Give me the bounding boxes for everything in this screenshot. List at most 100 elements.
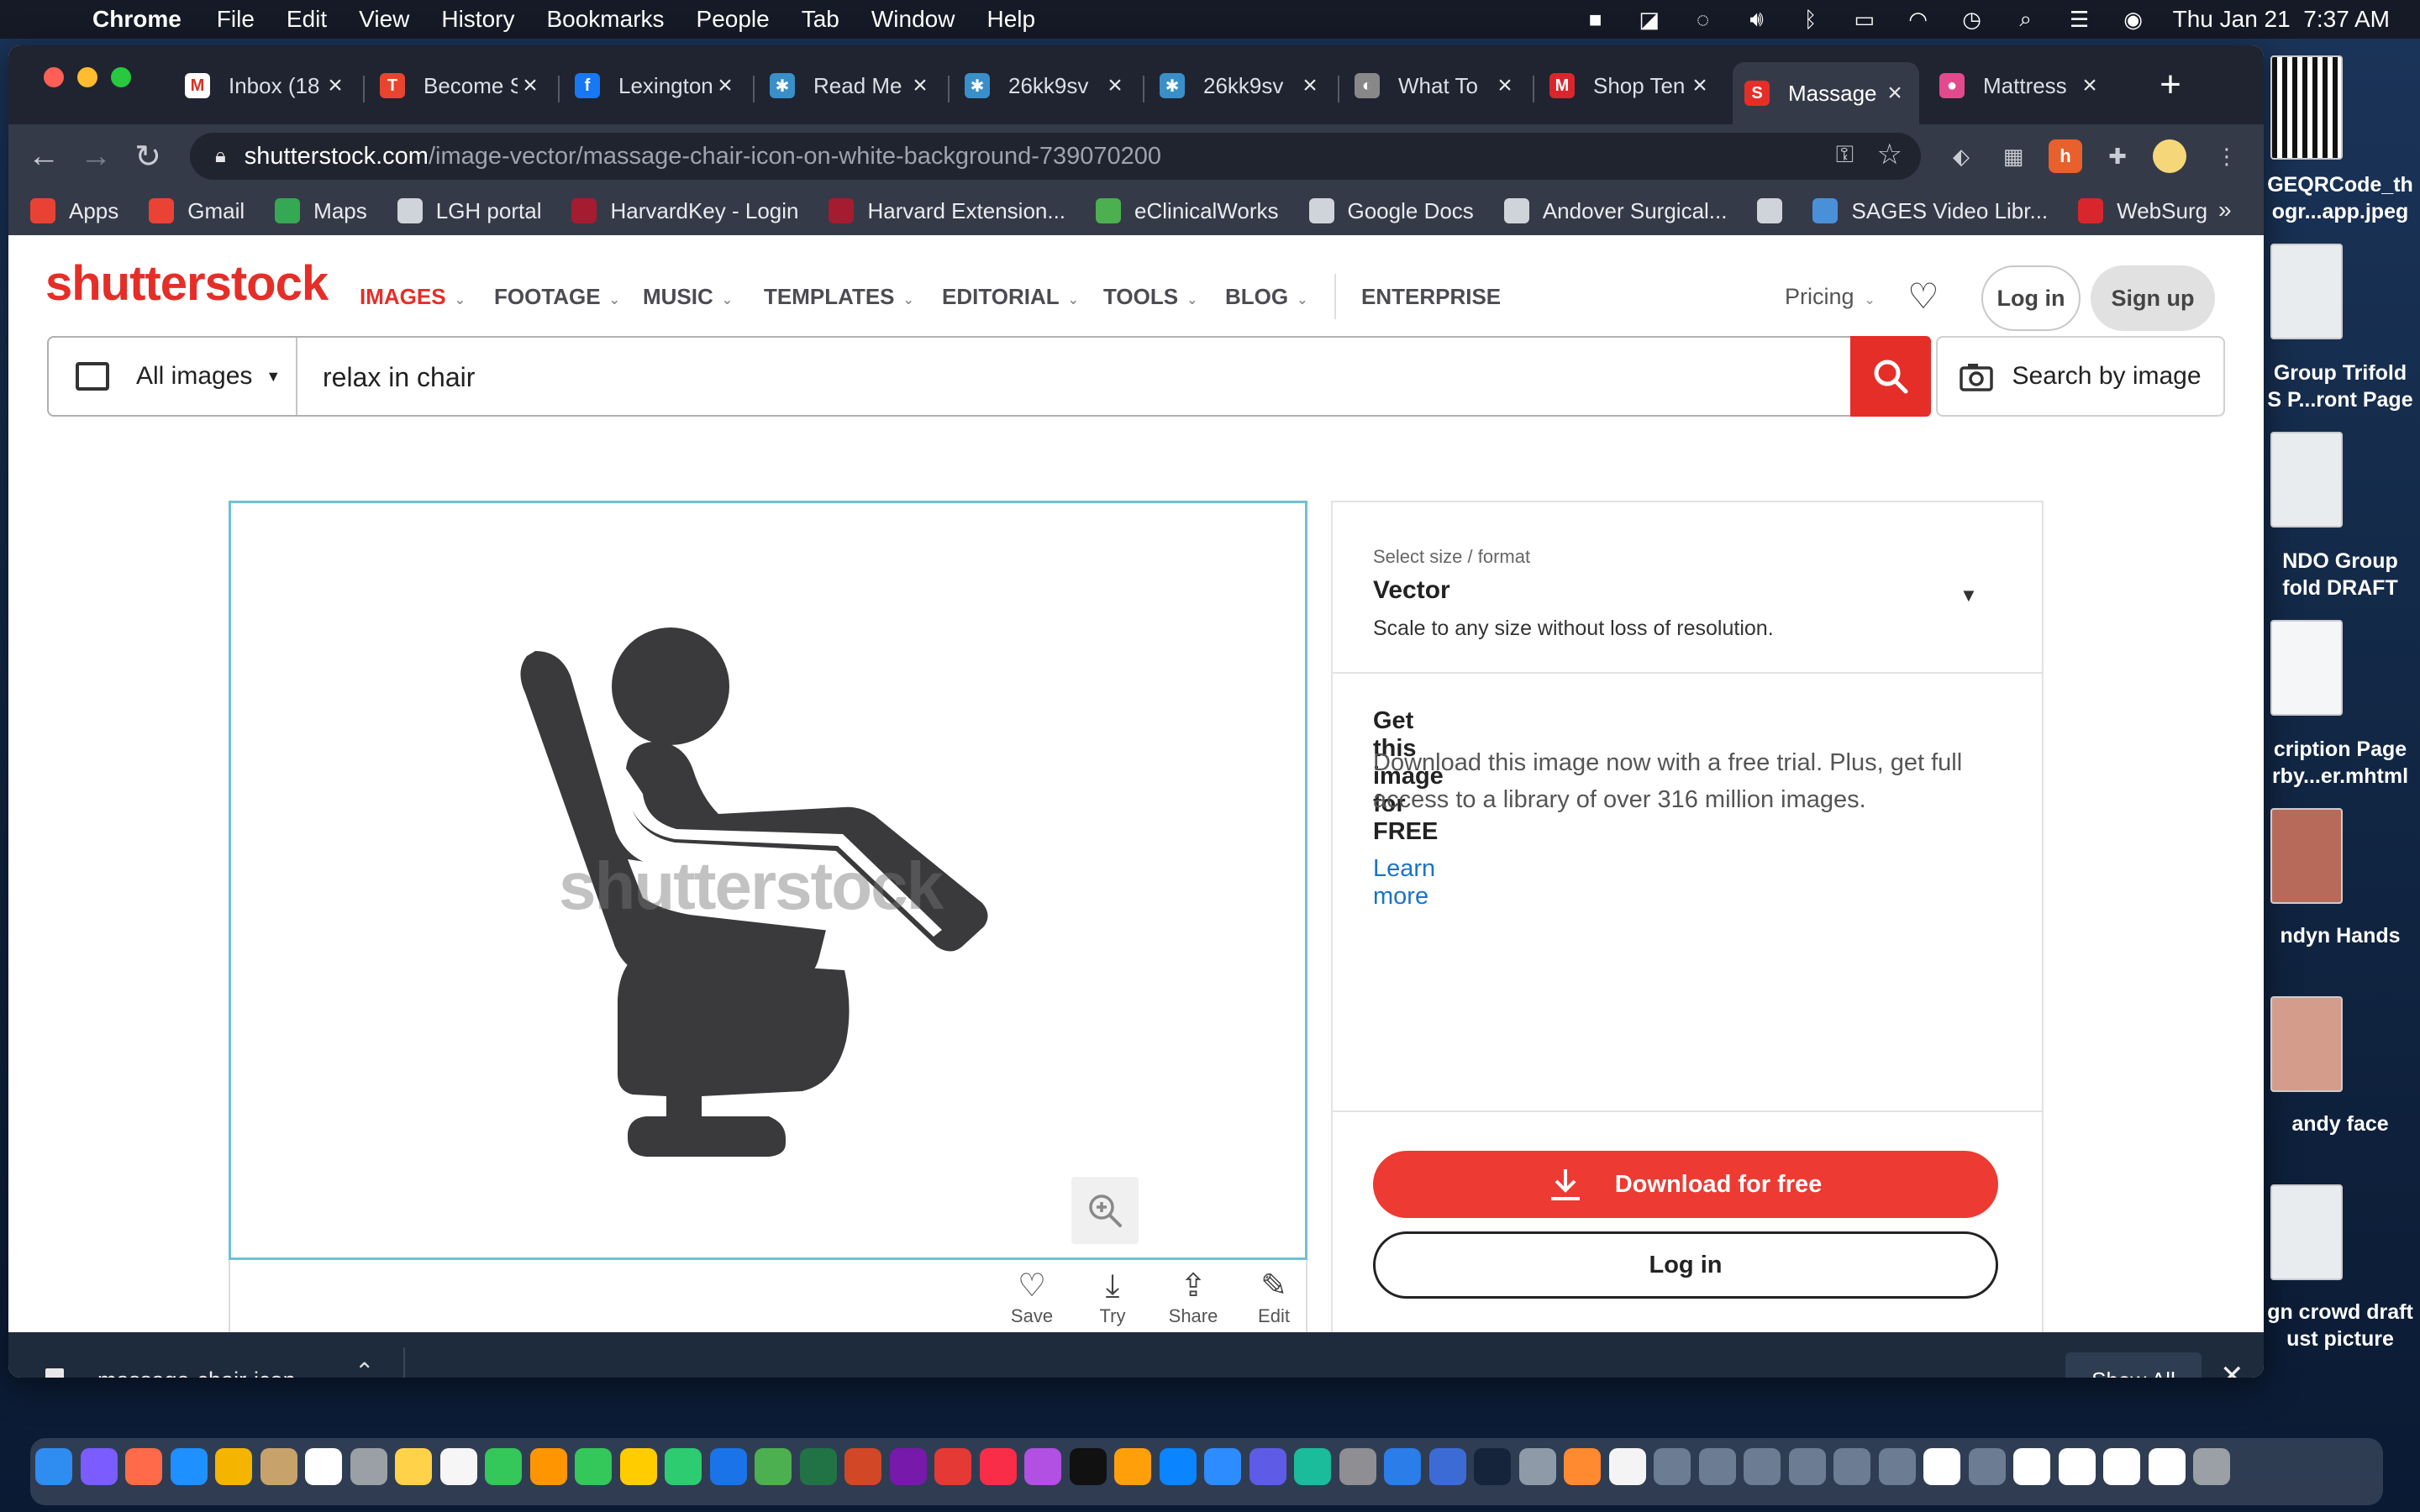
- dock-app-icon[interactable]: [170, 1448, 208, 1485]
- dock-app-icon[interactable]: [2058, 1448, 2096, 1485]
- size-format-selector[interactable]: Select size / format Vector ▼ Scale to a…: [1333, 502, 2042, 674]
- download-for-free-button[interactable]: Download for free: [1373, 1151, 1998, 1218]
- dock-app-icon[interactable]: [665, 1448, 702, 1485]
- signup-button[interactable]: Sign up: [2091, 265, 2215, 331]
- desktop-icon-crowd[interactable]: [2270, 1184, 2343, 1280]
- dock-app-icon[interactable]: [1518, 1448, 1556, 1485]
- dock-app-icon[interactable]: [799, 1448, 837, 1485]
- dock-app-icon[interactable]: [1474, 1448, 1511, 1485]
- new-tab-button[interactable]: +: [2149, 64, 2191, 106]
- desktop-icon-hands[interactable]: [2270, 808, 2343, 904]
- browser-tab[interactable]: ✱ 26kk9sv ×: [953, 62, 1139, 109]
- dock-app-icon[interactable]: [889, 1448, 927, 1485]
- dock-app-icon[interactable]: [215, 1448, 252, 1485]
- bookmark-item[interactable]: Maps: [275, 198, 367, 224]
- bookmark-item[interactable]: [1757, 198, 1796, 223]
- close-icon[interactable]: ✕: [2220, 1359, 2244, 1378]
- tab-close-icon[interactable]: ×: [908, 71, 933, 100]
- desktop-label-ndo[interactable]: NDO Group fold DRAFT: [2260, 548, 2420, 601]
- dock-app-icon[interactable]: [1249, 1448, 1286, 1485]
- battery-icon[interactable]: ▭: [1850, 7, 1879, 32]
- dock-app-icon[interactable]: [2193, 1448, 2230, 1485]
- desktop-icon-qr[interactable]: [2270, 55, 2343, 160]
- volume-icon[interactable]: 🔊︎: [1743, 6, 1771, 31]
- menu-clock[interactable]: Thu Jan 21 7:37 AM: [2173, 6, 2390, 33]
- dock-app-icon[interactable]: [350, 1448, 387, 1485]
- bookmark-item[interactable]: Apps: [30, 198, 118, 224]
- edit-action[interactable]: ✎ Edit: [1240, 1267, 1307, 1327]
- shutterstock-logo[interactable]: shutterstock: [45, 255, 329, 312]
- bluetooth-icon[interactable]: ᛒ: [1797, 7, 1825, 32]
- pricing-link[interactable]: Pricing ⌄: [1785, 284, 1876, 310]
- dock-app-icon[interactable]: [1339, 1448, 1376, 1485]
- dock-app-icon[interactable]: [575, 1448, 612, 1485]
- bookmark-star-icon[interactable]: ☆: [1877, 138, 1902, 171]
- tab-close-icon[interactable]: ×: [1882, 79, 1907, 108]
- nav-enterprise[interactable]: ENTERPRISE: [1361, 284, 1501, 310]
- dock-app-icon[interactable]: [1384, 1448, 1421, 1485]
- dock-app-icon[interactable]: [1654, 1448, 1691, 1485]
- desktop-icon-mhtml[interactable]: [2270, 620, 2343, 716]
- nav-footage[interactable]: FOOTAGE ⌄: [494, 284, 620, 310]
- tab-close-icon[interactable]: ×: [1102, 71, 1128, 100]
- desktop-label-trifold[interactable]: Group Trifold S P...ront Page: [2260, 360, 2420, 413]
- back-button[interactable]: ←: [24, 136, 64, 176]
- dock-app-icon[interactable]: [1069, 1448, 1107, 1485]
- dock-app-icon[interactable]: [1788, 1448, 1826, 1485]
- dock-app-icon[interactable]: [1204, 1448, 1241, 1485]
- tab-close-icon[interactable]: ×: [1687, 71, 1712, 100]
- dock-app-icon[interactable]: [1968, 1448, 2006, 1485]
- try-action[interactable]: ⤓ Try: [1079, 1267, 1146, 1327]
- desktop-icon-face[interactable]: [2270, 996, 2343, 1092]
- browser-tab[interactable]: ✱ Read Me ×: [758, 62, 944, 109]
- dock-app-icon[interactable]: [2148, 1448, 2186, 1485]
- dock-app-icon[interactable]: [1698, 1448, 1736, 1485]
- sync-status-icon[interactable]: ◌: [1689, 7, 1718, 32]
- tab-close-icon[interactable]: ×: [2077, 71, 2102, 100]
- tab-close-icon[interactable]: ×: [1492, 71, 1518, 100]
- bookmark-item[interactable]: LGH portal: [397, 198, 541, 224]
- panel-login-button[interactable]: Log in: [1373, 1231, 1998, 1299]
- nav-music[interactable]: MUSIC ⌄: [643, 284, 733, 310]
- bookmark-item[interactable]: HarvardKey - Login: [571, 198, 798, 224]
- dock-app-icon[interactable]: [1608, 1448, 1646, 1485]
- tab-close-icon[interactable]: ×: [1297, 71, 1323, 100]
- lock-icon[interactable]: 🔒︎: [215, 144, 226, 168]
- desktop-label-qr[interactable]: GEQRCode_th ogr...app.jpeg: [2260, 171, 2420, 225]
- menu-help[interactable]: Help: [986, 6, 1035, 33]
- tab-close-icon[interactable]: ×: [518, 71, 543, 100]
- bookmark-item[interactable]: Google Docs: [1308, 198, 1474, 224]
- search-input[interactable]: [323, 356, 1667, 398]
- nav-editorial[interactable]: EDITORIAL ⌄: [942, 284, 1079, 310]
- key-icon[interactable]: ⚿: [1836, 141, 1854, 169]
- dock-app-icon[interactable]: [755, 1448, 792, 1485]
- siri-icon[interactable]: ◉: [2119, 7, 2148, 32]
- dock-app-icon[interactable]: [844, 1448, 881, 1485]
- browser-tab[interactable]: ● Mattress ×: [1928, 62, 2114, 109]
- shield-status-icon[interactable]: ◪: [1635, 7, 1664, 32]
- address-bar[interactable]: 🔒︎ shutterstock.com/image-vector/massage…: [190, 133, 1921, 180]
- dock-app-icon[interactable]: [260, 1448, 297, 1485]
- dock-app-icon[interactable]: [979, 1448, 1017, 1485]
- browser-tab[interactable]: f Lexington ×: [563, 62, 750, 109]
- extensions-puzzle-icon[interactable]: ✚: [2101, 139, 2134, 173]
- show-all-downloads-button[interactable]: Show All: [2065, 1352, 2202, 1378]
- dock-app-icon[interactable]: [485, 1448, 522, 1485]
- dock-app-icon[interactable]: [1428, 1448, 1466, 1485]
- control-center-icon[interactable]: ☰: [2065, 7, 2094, 32]
- menu-history[interactable]: History: [441, 6, 514, 33]
- bookmark-item[interactable]: Andover Surgical...: [1503, 198, 1727, 224]
- chevron-up-icon[interactable]: ⌃: [355, 1357, 374, 1378]
- more-bookmarks-icon[interactable]: »: [2218, 197, 2232, 223]
- desktop-label-face[interactable]: andy face: [2260, 1110, 2420, 1137]
- nav-templates[interactable]: TEMPLATES ⌄: [764, 284, 914, 310]
- forward-button[interactable]: →: [76, 136, 116, 176]
- spotlight-search-icon[interactable]: ⌕: [2012, 6, 2040, 31]
- nav-images[interactable]: IMAGES ⌄: [360, 284, 466, 310]
- dock-app-icon[interactable]: [1294, 1448, 1331, 1485]
- dock-app-icon[interactable]: [934, 1448, 971, 1485]
- dock-app-icon[interactable]: [80, 1448, 118, 1485]
- browser-tab[interactable]: M Inbox (18 ×: [173, 62, 360, 109]
- wifi-icon[interactable]: ◠: [1904, 7, 1933, 32]
- menu-view[interactable]: View: [359, 6, 409, 33]
